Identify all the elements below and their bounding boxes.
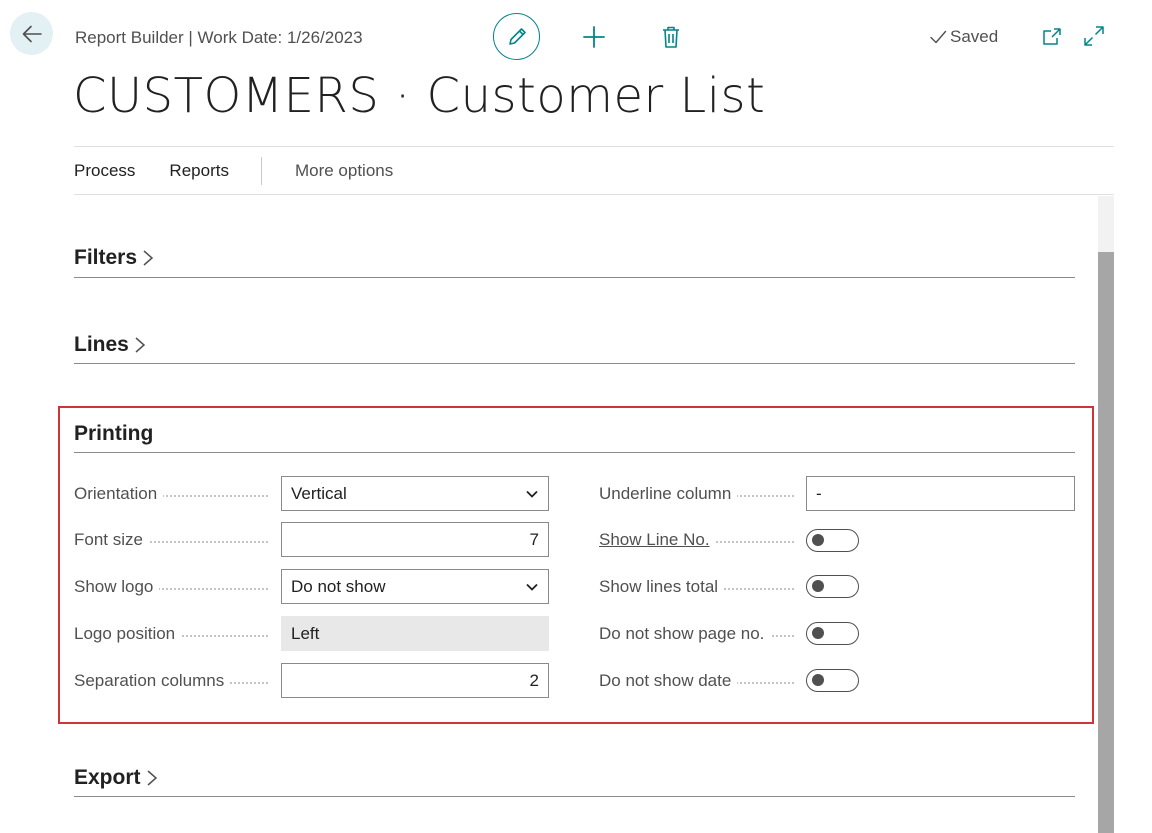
toggle-knob (812, 674, 824, 686)
hide-date-toggle[interactable] (806, 669, 859, 692)
delete-button[interactable] (659, 24, 683, 50)
show-logo-label: Show logo (74, 577, 268, 599)
edit-button[interactable] (493, 13, 540, 60)
action-bar: Process Reports More options (74, 146, 1114, 195)
orientation-select[interactable]: Vertical (281, 476, 549, 511)
popout-icon (1043, 28, 1061, 45)
chevron-down-icon (526, 583, 538, 591)
scrollbar-thumb[interactable] (1098, 252, 1114, 833)
plus-icon (583, 26, 605, 48)
orientation-label: Orientation (74, 484, 268, 506)
more-options-menu[interactable]: More options (295, 161, 393, 181)
section-lines[interactable]: Lines (74, 326, 1075, 364)
section-filters[interactable]: Filters (74, 238, 1075, 278)
underline-column-input[interactable]: - (806, 476, 1075, 511)
toggle-knob (812, 534, 824, 546)
logo-position-value: Left (291, 623, 320, 643)
saved-label: Saved (950, 27, 999, 46)
show-logo-select[interactable]: Do not show (281, 569, 549, 604)
page-subtitle: Report Builder | Work Date: 1/26/2023 (75, 28, 363, 47)
show-lines-total-toggle[interactable] (806, 575, 859, 598)
show-lines-total-label: Show lines total (599, 577, 794, 599)
checkmark-icon (930, 30, 947, 44)
toggle-knob (812, 580, 824, 592)
underline-column-value: - (816, 483, 822, 503)
font-size-label: Font size (74, 530, 268, 552)
section-title-printing: Printing (74, 422, 154, 445)
show-logo-value: Do not show (291, 576, 386, 596)
separation-columns-input[interactable]: 2 (281, 663, 549, 698)
section-title-export: Export (74, 766, 141, 789)
underline-column-label: Underline column (599, 484, 794, 506)
separation-columns-value: 2 (529, 670, 539, 690)
popout-button[interactable] (1041, 26, 1063, 48)
saved-status: Saved (929, 27, 998, 47)
hide-page-no-toggle[interactable] (806, 622, 859, 645)
show-line-no-link[interactable]: Show Line No. (599, 530, 716, 549)
chevron-right-icon (147, 770, 157, 786)
logo-position-field: Left (281, 616, 549, 651)
hide-date-label: Do not show date (599, 671, 794, 693)
orientation-value: Vertical (291, 483, 347, 503)
section-title-filters: Filters (74, 245, 138, 269)
show-line-no-toggle[interactable] (806, 529, 859, 552)
chevron-down-icon (526, 490, 538, 498)
pencil-icon (508, 27, 526, 45)
logo-position-label: Logo position (74, 624, 268, 646)
separation-columns-label: Separation columns (74, 671, 268, 693)
page-title: CUSTOMERS · Customer List (73, 68, 766, 124)
expand-button[interactable] (1082, 24, 1106, 48)
arrow-left-icon (22, 25, 42, 42)
section-title-lines: Lines (74, 332, 129, 356)
show-line-no-label: Show Line No. (599, 530, 794, 552)
reports-menu[interactable]: Reports (169, 161, 263, 181)
toggle-knob (812, 627, 824, 639)
chevron-right-icon (143, 249, 154, 266)
chevron-right-icon (135, 336, 145, 353)
action-divider (260, 156, 262, 185)
hide-page-no-label: Do not show page no. (599, 624, 794, 646)
trash-icon (663, 26, 679, 48)
font-size-input[interactable]: 7 (281, 522, 549, 557)
section-printing[interactable]: Printing (74, 416, 1075, 453)
process-menu[interactable]: Process (74, 161, 169, 181)
section-export[interactable]: Export (74, 760, 1075, 797)
expand-icon (1084, 26, 1104, 46)
font-size-value: 7 (529, 529, 539, 549)
add-button[interactable] (581, 24, 607, 50)
back-button[interactable] (10, 12, 53, 55)
